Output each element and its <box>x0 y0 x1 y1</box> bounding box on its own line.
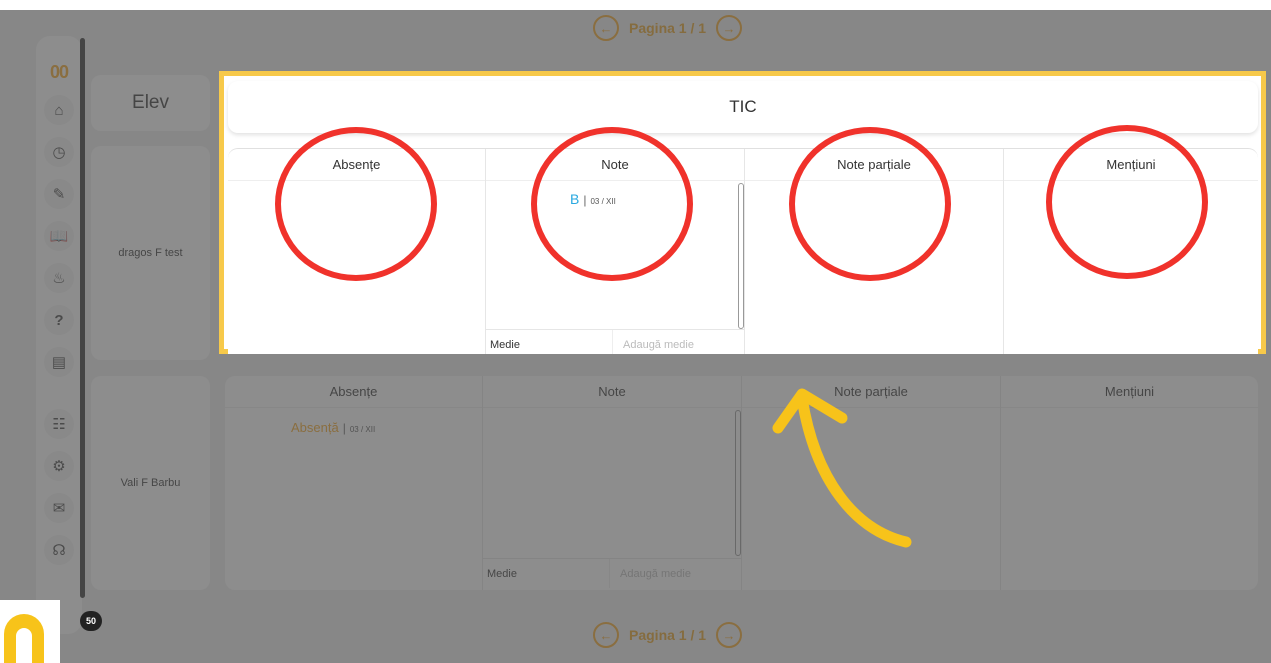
pager-label: Pagina 1 / 1 <box>629 20 707 36</box>
student-name: dragos F test <box>118 247 183 259</box>
grades-scrollbar[interactable] <box>735 410 741 556</box>
annotation-circle <box>275 127 437 281</box>
arrow-left-icon[interactable]: ← <box>593 622 619 648</box>
annotation-circle <box>531 127 693 281</box>
pager-bottom: ← Pagina 1 / 1 → <box>593 622 743 648</box>
subject-title: TIC <box>228 81 1258 133</box>
elev-header: Elev <box>91 75 210 131</box>
absence-date: 03 / XII <box>349 425 376 434</box>
student-card[interactable]: dragos F test <box>91 146 210 360</box>
medie-row: Medie Adaugă medie <box>483 558 741 588</box>
student-card[interactable]: Vali F Barbu <box>91 376 210 590</box>
subject-title-label: TIC <box>729 97 757 116</box>
student-name: Vali F Barbu <box>120 477 181 489</box>
add-medie-button[interactable]: Adaugă medie <box>609 559 691 588</box>
pager-label: Pagina 1 / 1 <box>629 627 707 643</box>
settings-icon[interactable]: ⚙ <box>44 451 74 481</box>
brand-logo <box>0 600 60 663</box>
home-icon[interactable]: ⌂ <box>44 95 74 125</box>
mail-icon[interactable]: ✉ <box>44 493 74 523</box>
arrow-left-icon[interactable]: ← <box>593 15 619 41</box>
help-icon[interactable]: ? <box>44 305 74 335</box>
top-strip <box>0 0 1271 10</box>
app-logo[interactable]: 00 <box>50 62 69 83</box>
contact-card-icon[interactable]: ☷ <box>44 409 74 439</box>
headset-icon[interactable]: ☊ <box>44 535 74 565</box>
sidebar: 00 ⌂ ◷ ✎ 📖 ♨ ? ▤ ☷ ⚙ ✉ ☊ <box>36 36 82 634</box>
absence-label: Absență <box>291 420 339 435</box>
column-header-absente: Absențe <box>225 376 482 408</box>
absence-entry[interactable]: Absență | 03 / XII <box>291 420 375 435</box>
arrow-right-icon[interactable]: → <box>716 622 743 648</box>
annotation-circle <box>789 127 951 281</box>
annotation-arrow-icon <box>772 388 912 548</box>
medie-row: Medie Adaugă medie <box>486 329 744 354</box>
arrow-right-icon[interactable]: → <box>716 15 743 41</box>
add-medie-button[interactable]: Adaugă medie <box>612 330 694 354</box>
pager-top: ← Pagina 1 / 1 → <box>593 15 743 41</box>
column-header-mentiuni: Mențiuni <box>1001 376 1258 408</box>
column-header-note: Note <box>483 376 741 408</box>
sidebar-scrollbar[interactable] <box>80 38 85 598</box>
annotation-circle <box>1046 125 1208 279</box>
elev-header-label: Elev <box>132 92 169 113</box>
medie-label: Medie <box>487 567 517 580</box>
pencil-icon[interactable]: ✎ <box>44 179 74 209</box>
medie-label: Medie <box>490 338 520 351</box>
document-icon[interactable]: ▤ <box>44 347 74 377</box>
bell-icon[interactable]: ♨ <box>44 263 74 293</box>
notification-badge[interactable]: 50 <box>80 611 102 631</box>
grades-scrollbar[interactable] <box>738 183 744 329</box>
clock-icon[interactable]: ◷ <box>44 137 74 167</box>
student-grades-panel: Absențe Note Note parțiale Mențiuni Abse… <box>225 376 1258 590</box>
book-icon[interactable]: 📖 <box>44 221 74 251</box>
